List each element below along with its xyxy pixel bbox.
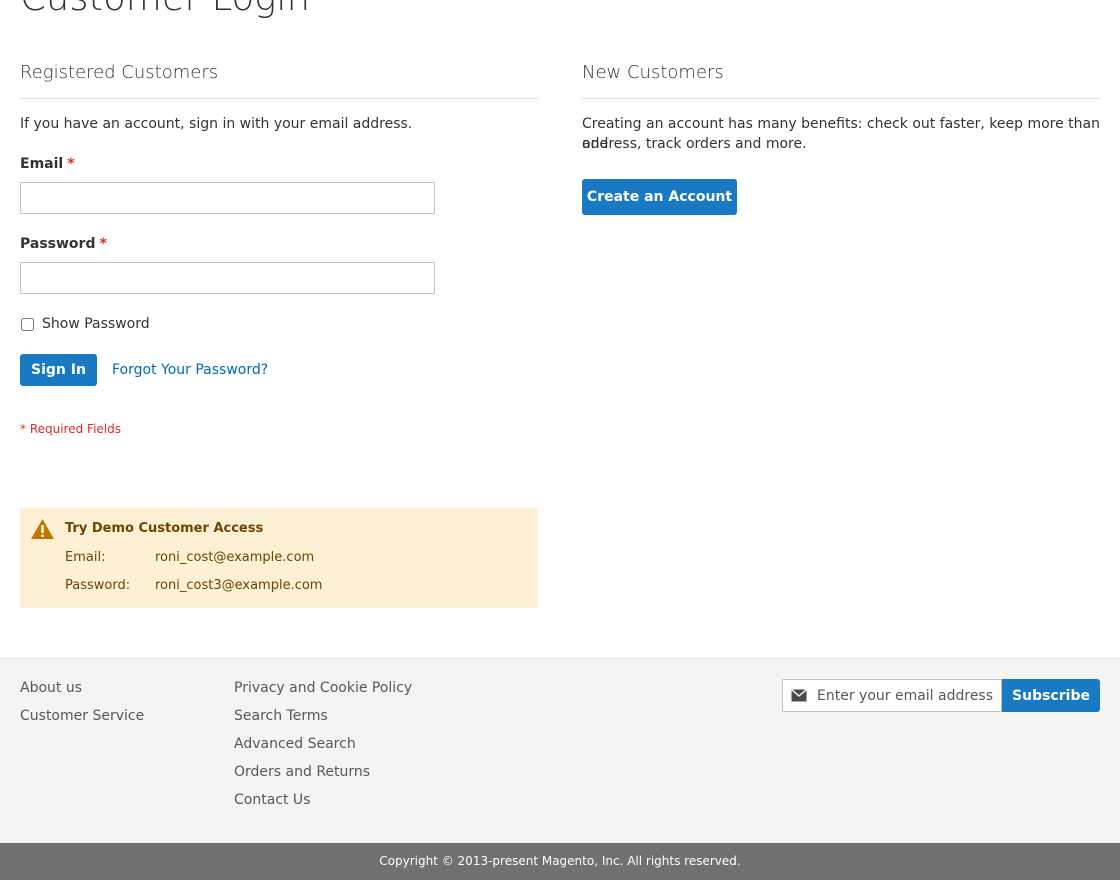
registered-intro: If you have an account, sign in with you… <box>20 116 413 132</box>
footer-link-about-us[interactable]: About us <box>20 678 82 698</box>
demo-password-row: Password: roni_cost3@example.com <box>65 577 322 595</box>
newsletter-form: Subscribe <box>782 679 1100 712</box>
password-label-text: Password <box>20 236 96 252</box>
show-password-label: Show Password <box>42 316 150 332</box>
password-label: Password * <box>20 234 107 254</box>
new-customers-title: New Customers <box>582 60 1100 99</box>
required-fields-note: * Required Fields <box>20 422 121 436</box>
footer-link-contact-us[interactable]: Contact Us <box>234 790 310 810</box>
required-asterisk: * <box>99 236 107 252</box>
footer-link-orders-returns[interactable]: Orders and Returns <box>234 762 370 782</box>
password-field[interactable] <box>20 262 435 294</box>
forgot-password-link[interactable]: Forgot Your Password? <box>112 360 268 380</box>
footer-link-advanced-search[interactable]: Advanced Search <box>234 734 356 754</box>
create-account-button[interactable]: Create an Account <box>582 179 737 215</box>
footer-link-search-terms[interactable]: Search Terms <box>234 706 328 726</box>
email-field[interactable] <box>20 182 435 214</box>
page-title: Customer Login <box>20 0 310 18</box>
demo-access-notice: Try Demo Customer Access Email: roni_cost… <box>20 508 538 608</box>
demo-email-key: Email: <box>65 550 106 565</box>
footer-link-privacy-policy[interactable]: Privacy and Cookie Policy <box>234 678 412 698</box>
demo-email-row: Email: roni_cost@example.com <box>65 549 314 567</box>
new-customers-heading: New Customers <box>582 62 724 83</box>
sign-in-button[interactable]: Sign In <box>20 354 97 386</box>
required-asterisk: * <box>67 156 75 172</box>
email-label-text: Email <box>20 156 64 172</box>
page-footer: About us Customer Service Privacy and Co… <box>0 658 1120 843</box>
footer-link-customer-service[interactable]: Customer Service <box>20 706 144 726</box>
show-password-checkbox[interactable] <box>21 317 34 331</box>
demo-title: Try Demo Customer Access <box>65 521 264 536</box>
newsletter-email-input[interactable] <box>817 680 999 711</box>
envelope-icon <box>791 689 807 702</box>
newsletter-field[interactable] <box>782 679 1002 712</box>
demo-password-key: Password: <box>65 578 131 593</box>
new-customers-text-line2: address, track orders and more. <box>582 136 807 152</box>
email-label: Email * <box>20 154 75 174</box>
demo-email-value: roni_cost@example.com <box>155 550 315 565</box>
registered-customers-heading: Registered Customers <box>20 62 219 83</box>
subscribe-button[interactable]: Subscribe <box>1002 679 1100 712</box>
registered-customers-title: Registered Customers <box>20 60 538 99</box>
show-password-row[interactable]: Show Password <box>20 314 150 334</box>
demo-password-value: roni_cost3@example.com <box>155 578 323 593</box>
warning-icon <box>31 519 54 539</box>
copyright-bar: Copyright © 2013-present Magento, Inc. A… <box>0 843 1120 880</box>
